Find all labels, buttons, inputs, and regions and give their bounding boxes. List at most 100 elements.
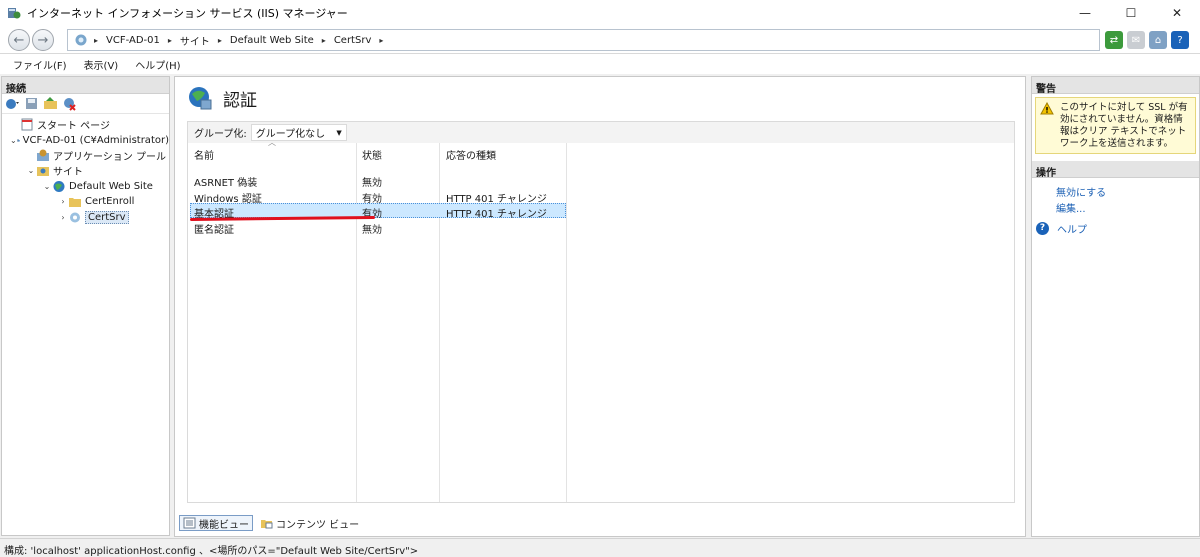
tree-item-certsrv[interactable]: › CertSrv [2, 209, 169, 224]
ssl-warning: このサイトに対して SSL が有効にされていません。資格情報はクリア テキストで… [1035, 97, 1196, 154]
breadcrumb-separator: ▸ [94, 35, 99, 45]
group-by-label: グループ化: [194, 129, 247, 140]
column-header-name[interactable]: 名前 [194, 147, 214, 162]
group-by-select[interactable]: グループ化なし ▼ [250, 124, 347, 141]
arrow-right-icon: → [37, 32, 49, 48]
iis-app-icon [8, 8, 21, 19]
page-title: 認証 [223, 90, 257, 111]
help-label: ヘルプ [1057, 224, 1087, 236]
tree-item-certenroll[interactable]: › CertEnroll [2, 194, 169, 209]
menu-help[interactable]: ヘルプ(H) [135, 57, 180, 72]
window-controls: — ☐ ✕ [1062, 0, 1200, 26]
tree-item-label: Default Web Site [69, 180, 153, 192]
connections-tree: スタート ページ ⌄ VCF-AD-01 (C¥Administrator) ア… [2, 114, 169, 225]
save-icon[interactable] [24, 96, 39, 111]
tree-item-label: アプリケーション プール [53, 151, 166, 163]
view-tabs: 機能ビュー コンテンツ ビュー [179, 515, 366, 531]
authentication-globe-icon [189, 87, 212, 110]
breadcrumb-app[interactable]: CertSrv [334, 35, 372, 46]
tree-item-sites[interactable]: ⌄ サイト [2, 163, 169, 178]
minimize-button[interactable]: — [1062, 0, 1108, 26]
sites-folder-icon [37, 167, 49, 177]
list-item[interactable]: 基本認証 有効 HTTP 401 チャレンジ [188, 203, 1014, 221]
breadcrumb-separator: ▸ [217, 35, 222, 45]
help-action[interactable]: ? ヘルプ [1032, 220, 1199, 236]
breadcrumb-separator: ▸ [321, 35, 326, 45]
connect-icon[interactable]: ⇄ [1105, 31, 1123, 49]
tree-item-label: スタート ページ [37, 121, 110, 133]
group-by-bar: グループ化: グループ化なし ▼ [187, 121, 1015, 144]
app-icon [70, 212, 80, 223]
warning-icon [1040, 102, 1054, 115]
menu-view[interactable]: 表示(V) [84, 57, 119, 72]
breadcrumb-sites[interactable]: サイト [180, 33, 210, 48]
dropdown-arrow-icon: ▼ [336, 128, 342, 137]
menu-file[interactable]: ファイル(F) [13, 57, 67, 72]
list-item[interactable]: ASRNET 偽装 無効 [188, 172, 1014, 189]
title-bar: インターネット インフォメーション サービス (IIS) マネージャー — ☐ … [0, 0, 1200, 26]
up-folder-icon[interactable] [43, 96, 58, 111]
close-button[interactable]: ✕ [1154, 0, 1200, 26]
tree-item-app-pools[interactable]: アプリケーション プール [2, 148, 169, 163]
tree-item-start-page[interactable]: スタート ページ [2, 117, 169, 132]
back-button[interactable]: ← [8, 29, 30, 51]
connections-panel: 接続 スタート ページ ⌄ VCF-AD-01 (C¥Administrator… [1, 76, 170, 536]
forward-button[interactable]: → [32, 29, 54, 51]
warning-message: このサイトに対して SSL が有効にされていません。資格情報はクリア テキストで… [1060, 102, 1188, 149]
group-by-value: グループ化なし [255, 129, 326, 140]
authentication-list: ︿ 名前 状態 応答の種類 ASRNET 偽装 無効 Windows 認証 有効… [187, 138, 1015, 503]
features-view-icon [183, 517, 196, 529]
tab-label: 機能ビュー [199, 519, 249, 531]
status-bar: 構成: 'localhost' applicationHost.config 、… [0, 538, 1200, 557]
arrow-left-icon: ← [13, 32, 25, 48]
chevron-down-icon[interactable]: ⌄ [26, 166, 36, 175]
breadcrumb-separator: ▸ [379, 35, 384, 45]
tree-item-label: VCF-AD-01 (C¥Administrator) [22, 134, 169, 146]
breadcrumb-site[interactable]: Default Web Site [230, 35, 314, 46]
breadcrumb-separator: ▸ [167, 35, 172, 45]
tab-label: コンテンツ ビュー [276, 519, 360, 531]
column-header-response-type[interactable]: 応答の種類 [446, 147, 496, 162]
list-item[interactable]: Windows 認証 有効 HTTP 401 チャレンジ [188, 188, 1014, 205]
disconnect-icon[interactable] [62, 96, 77, 111]
edit-action[interactable]: 編集... [1032, 199, 1199, 215]
connections-toolbar [2, 94, 169, 114]
alerts-header: 警告 [1032, 77, 1199, 95]
menu-bar: ファイル(F) 表示(V) ヘルプ(H) [0, 54, 1200, 74]
start-page-icon [21, 118, 33, 131]
list-item[interactable]: 匿名認証 無効 [188, 219, 1014, 236]
maximize-button[interactable]: ☐ [1108, 0, 1154, 26]
tab-content-view[interactable]: コンテンツ ビュー [257, 515, 362, 531]
disable-action[interactable]: 無効にする [1032, 183, 1199, 199]
chevron-down-icon[interactable]: ⌄ [10, 136, 17, 145]
feature-header: 認証 [187, 85, 257, 111]
address-bar: ← → ▸ VCF-AD-01 ▸ サイト ▸ Default Web Site… [0, 26, 1200, 54]
actions-list: 無効にする 編集... ? ヘルプ [1032, 183, 1199, 236]
status-text: 構成: 'localhost' applicationHost.config 、… [4, 546, 419, 557]
chevron-right-icon[interactable]: › [58, 197, 68, 206]
sort-ascending-icon: ︿ [268, 138, 276, 147]
window-title: インターネット インフォメーション サービス (IIS) マネージャー [27, 7, 348, 20]
chevron-right-icon[interactable]: › [58, 213, 68, 222]
tab-features-view[interactable]: 機能ビュー [179, 515, 253, 531]
home-icon[interactable]: ⌂ [1149, 31, 1167, 49]
tree-item-label: CertEnroll [85, 196, 135, 208]
help-icon[interactable]: ? [1171, 31, 1189, 49]
address-tools: ⇄ ✉ ⌂ ? [1105, 31, 1189, 49]
folder-icon [69, 198, 81, 208]
auth-name: 匿名認証 [194, 224, 234, 236]
auth-status: 無効 [362, 224, 382, 236]
feature-panel: 認証 グループ化: グループ化なし ▼ ︿ 名前 状態 応答の種類 ASRNET… [174, 76, 1026, 537]
column-header-status[interactable]: 状態 [362, 147, 382, 162]
list-header: ︿ 名前 状態 応答の種類 [188, 138, 1014, 163]
tree-item-label: CertSrv [85, 210, 129, 224]
mail-icon[interactable]: ✉ [1127, 31, 1145, 49]
globe-icon [53, 180, 65, 192]
breadcrumb-server[interactable]: VCF-AD-01 [106, 35, 160, 46]
tree-item-server[interactable]: ⌄ VCF-AD-01 (C¥Administrator) [2, 132, 169, 147]
actions-panel: 警告 このサイトに対して SSL が有効にされていません。資格情報はクリア テキ… [1031, 76, 1200, 537]
breadcrumb[interactable]: ▸ VCF-AD-01 ▸ サイト ▸ Default Web Site ▸ C… [67, 29, 1100, 51]
connect-globe-icon[interactable] [5, 96, 20, 111]
chevron-down-icon[interactable]: ⌄ [42, 182, 52, 191]
tree-item-default-web-site[interactable]: ⌄ Default Web Site [2, 179, 169, 194]
